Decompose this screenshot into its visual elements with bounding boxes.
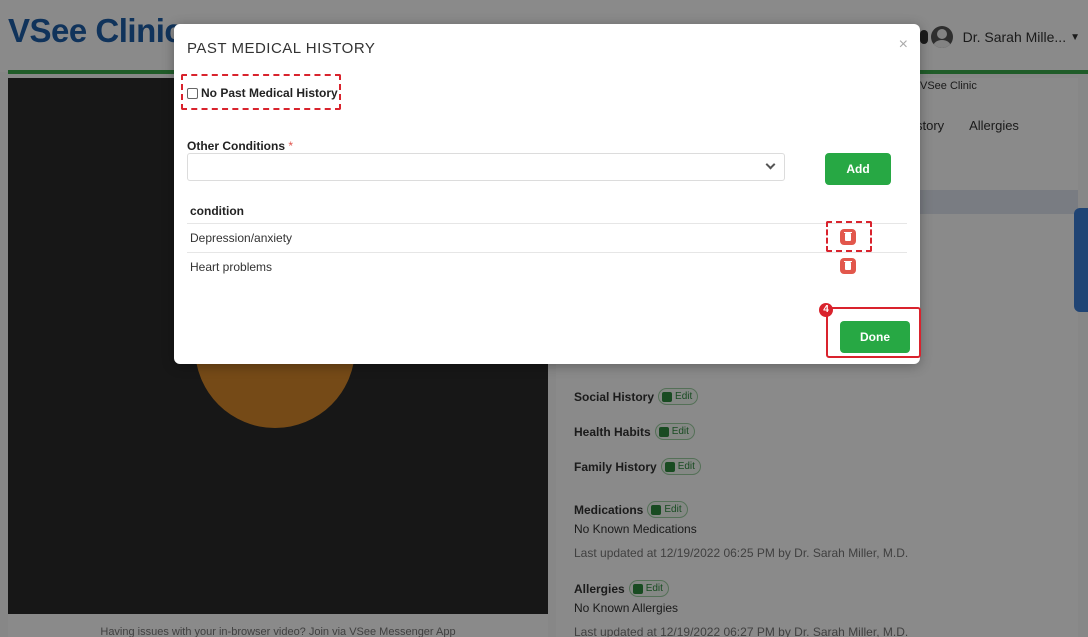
delete-icon[interactable]	[840, 258, 856, 274]
table-header-condition: condition	[190, 204, 244, 218]
checkbox-icon[interactable]	[187, 87, 198, 99]
table-divider	[187, 252, 907, 253]
other-conditions-label: Other Conditions *	[187, 139, 293, 153]
other-conditions-text: Other Conditions	[187, 139, 285, 153]
chevron-down-icon	[765, 159, 776, 170]
step-badge: 4	[819, 303, 833, 317]
past-medical-history-dialog: PAST MEDICAL HISTORY × No Past Medical H…	[174, 24, 921, 364]
required-mark: *	[288, 139, 294, 153]
table-divider	[187, 223, 907, 224]
conditions-select[interactable]	[187, 153, 785, 181]
table-row: Heart problems	[190, 260, 273, 274]
table-row: Depression/anxiety	[190, 231, 293, 245]
add-button[interactable]: Add	[825, 153, 891, 185]
no-past-history-label: No Past Medical History	[201, 86, 338, 100]
dialog-title: PAST MEDICAL HISTORY	[187, 40, 376, 57]
close-icon[interactable]: ×	[899, 36, 908, 54]
done-button[interactable]: Done	[840, 321, 910, 353]
no-past-history-checkbox[interactable]: No Past Medical History	[187, 86, 338, 100]
delete-icon[interactable]	[840, 229, 856, 245]
